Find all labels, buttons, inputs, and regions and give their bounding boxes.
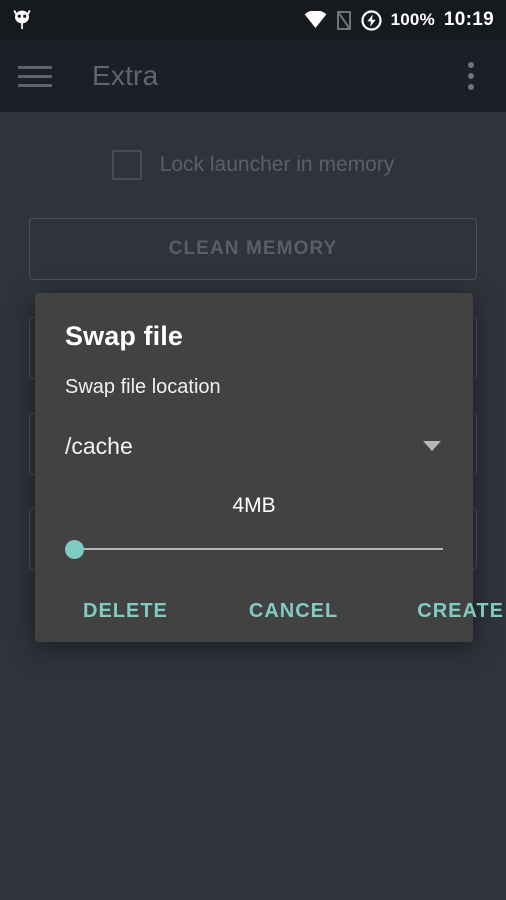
clean-memory-label: CLEAN MEMORY bbox=[168, 238, 338, 259]
lock-launcher-checkbox[interactable] bbox=[111, 150, 142, 180]
create-button[interactable]: CREATE bbox=[417, 600, 504, 623]
battery-charging-icon bbox=[361, 9, 382, 31]
lock-launcher-label: Lock launcher in memory bbox=[159, 153, 395, 176]
app-toolbar: Extra bbox=[0, 40, 506, 112]
swap-location-value: /cache bbox=[65, 432, 133, 459]
swap-size-slider[interactable] bbox=[65, 534, 443, 564]
delete-button[interactable]: DELETE bbox=[83, 600, 168, 623]
signal-disabled-icon bbox=[336, 10, 351, 30]
clean-memory-button[interactable]: CLEAN MEMORY bbox=[29, 218, 477, 280]
overflow-dot bbox=[468, 73, 474, 79]
status-bar-left bbox=[12, 9, 304, 31]
hamburger-line bbox=[18, 83, 52, 87]
status-bar-clock: 10:19 bbox=[443, 9, 494, 30]
cancel-button[interactable]: CANCEL bbox=[249, 600, 338, 623]
overflow-dot bbox=[468, 84, 474, 90]
slider-track bbox=[73, 548, 443, 550]
app-screen: 100% 10:19 Extra Lock launcher in memory… bbox=[0, 0, 506, 900]
status-bar-right: 100% 10:19 bbox=[304, 9, 494, 31]
battery-percent-label: 100% bbox=[390, 10, 435, 29]
chevron-down-icon bbox=[423, 441, 441, 451]
swap-location-dropdown[interactable]: /cache bbox=[65, 424, 443, 468]
hamburger-line bbox=[18, 65, 52, 69]
dialog-actions: DELETE CANCEL CREATE bbox=[65, 600, 503, 623]
slider-thumb[interactable] bbox=[65, 540, 84, 559]
app-notification-icon bbox=[13, 10, 31, 29]
page-title: Extra bbox=[92, 60, 159, 91]
swap-size-label: 4MB bbox=[232, 494, 276, 517]
overflow-dot bbox=[468, 62, 474, 68]
lock-launcher-row[interactable]: Lock launcher in memory bbox=[0, 150, 506, 180]
hamburger-line bbox=[18, 74, 52, 78]
status-bar: 100% 10:19 bbox=[0, 0, 506, 40]
hamburger-menu-icon[interactable] bbox=[18, 56, 58, 96]
overflow-menu-icon[interactable] bbox=[454, 54, 488, 98]
swap-file-dialog: Swap file Swap file location /cache 4MB … bbox=[35, 293, 503, 642]
dialog-title: Swap file bbox=[65, 321, 183, 351]
wifi-icon bbox=[304, 11, 327, 28]
dialog-subtitle: Swap file location bbox=[65, 376, 221, 398]
